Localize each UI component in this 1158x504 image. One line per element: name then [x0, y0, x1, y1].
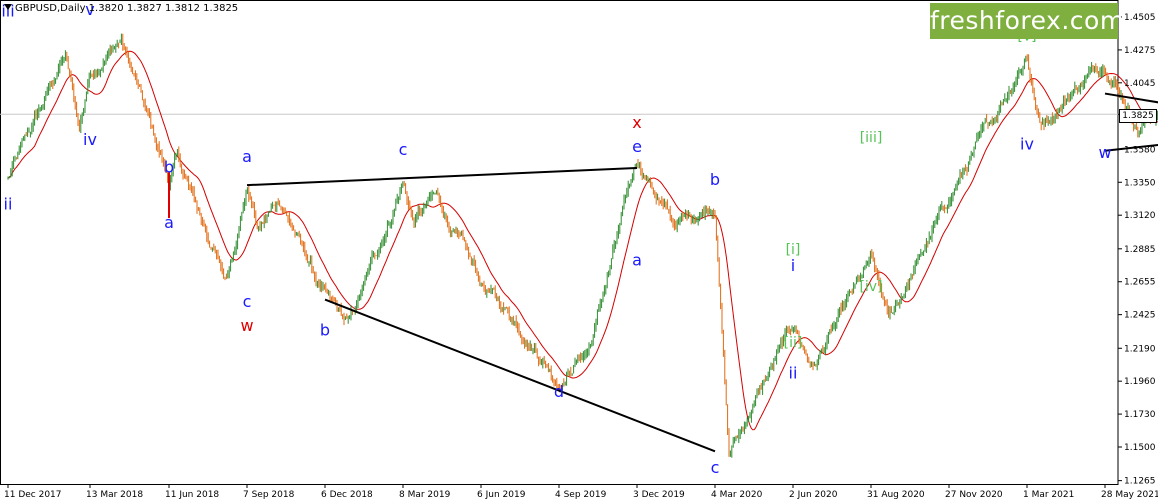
xtick-label-4: 6 Dec 2018: [321, 490, 373, 500]
xtick-label-3: 7 Sep 2018: [243, 490, 295, 500]
wave-label-16: c: [711, 458, 720, 477]
wave-label-17: i: [791, 256, 795, 275]
ytick-label-11: 1.1960: [1124, 377, 1156, 387]
wave-label-12: x: [632, 113, 641, 132]
chart-window: { "symbol_info": "GBPUSD,Daily 1.3820 1.…: [0, 0, 1158, 504]
wave-trend-lines: [168, 92, 1158, 453]
ytick-label-0: 1.4505: [1124, 13, 1156, 23]
ytick-label-13: 1.1500: [1124, 443, 1156, 453]
symbol-info: GBPUSD,Daily 1.3820 1.3827 1.3812 1.3825: [4, 3, 238, 14]
ytick-label-5: 1.3350: [1124, 178, 1156, 188]
wave-label-5: a: [164, 213, 174, 232]
wave-label-25: iv: [1020, 134, 1034, 153]
candles: [7, 33, 1158, 458]
wave-label-8: a: [242, 147, 252, 166]
ytick-label-9: 1.2425: [1124, 311, 1156, 321]
wave-label-13: e: [632, 137, 642, 156]
wave-label-15: b: [710, 170, 720, 189]
xtick-label-5: 8 Mar 2019: [399, 490, 451, 500]
xtick-label-9: 4 Mar 2020: [711, 490, 763, 500]
ytick-label-10: 1.2190: [1124, 344, 1156, 354]
wave-label-19: [i]: [786, 242, 801, 258]
xtick-label-13: 1 Mar 2021: [1023, 490, 1074, 500]
wave-label-11: d: [554, 382, 564, 401]
wave-label-10: c: [399, 140, 408, 159]
price-chart: iiiiivivbacwabcdxeabciii[i][ii][iii][iv]…: [0, 0, 1158, 500]
wave-label-6: c: [243, 292, 252, 311]
wave-label-7: w: [240, 316, 253, 335]
wave-label-4: b: [164, 157, 174, 176]
ytick-label-6: 1.3120: [1124, 211, 1156, 221]
ytick-label-12: 1.1730: [1124, 410, 1156, 420]
wave-label-22: [iv]: [859, 279, 882, 295]
ytick-label-14: 1.1265: [1124, 477, 1156, 487]
wave-label-14: a: [632, 250, 642, 269]
xtick-label-1: 13 Mar 2018: [86, 490, 143, 500]
ytick-label-1: 1.4275: [1124, 46, 1156, 56]
ytick-label-2: 1.4045: [1124, 79, 1156, 89]
time-axis: 11 Dec 2017 13 Mar 2018 11 Jun 2018 7 Sep 2…: [4, 484, 1158, 500]
trend-line-0[interactable]: [246, 166, 638, 187]
wave-label-9: b: [320, 320, 330, 339]
xtick-label-6: 6 Jun 2019: [477, 490, 526, 500]
xtick-label-10: 2 Jun 2020: [789, 490, 838, 500]
xtick-label-14: 28 May 2021: [1101, 490, 1158, 500]
dropdown-triangle-icon[interactable]: [4, 4, 12, 10]
axis-frame: [0, 0, 1119, 485]
wave-label-18: ii: [789, 363, 798, 382]
freshforex-logo: freshforex.com: [930, 3, 1124, 39]
trend-line-3[interactable]: [1104, 92, 1158, 107]
price-axis: 1.4505 1.4275 1.4045 1.3825 1.3580 1.3350 1.31…: [1118, 13, 1156, 487]
ma-line: [7, 50, 1158, 431]
wave-labels: iiiiivivbacwabcdxeabciii[i][ii][iii][iv]…: [1, 0, 1111, 477]
symbol-info-text: GBPUSD,Daily 1.3820 1.3827 1.3812 1.3825: [15, 3, 239, 14]
xtick-label-11: 31 Aug 2020: [867, 490, 925, 500]
xtick-label-7: 4 Sep 2019: [555, 490, 607, 500]
xtick-label-12: 27 Nov 2020: [945, 490, 1003, 500]
ytick-label-8: 1.2655: [1124, 278, 1156, 288]
moving-average: [7, 50, 1158, 431]
plot-frame: [0, 0, 1119, 485]
wave-label-21: [iii]: [860, 130, 883, 146]
trend-line-1[interactable]: [324, 298, 716, 453]
wave-label-1: ii: [4, 194, 13, 213]
xtick-label-2: 11 Jun 2018: [165, 490, 219, 500]
ytick-label-4: 1.3580: [1124, 145, 1156, 155]
xtick-label-0: 11 Dec 2017: [4, 490, 62, 500]
xtick-label-8: 3 Dec 2019: [633, 490, 685, 500]
current-price-label: 1.3825: [1119, 109, 1157, 123]
ytick-label-7: 1.2885: [1124, 245, 1156, 255]
wave-label-3: iv: [83, 130, 97, 149]
wave-label-20: [ii]: [784, 335, 803, 351]
wave-label-27: w: [1098, 143, 1111, 162]
